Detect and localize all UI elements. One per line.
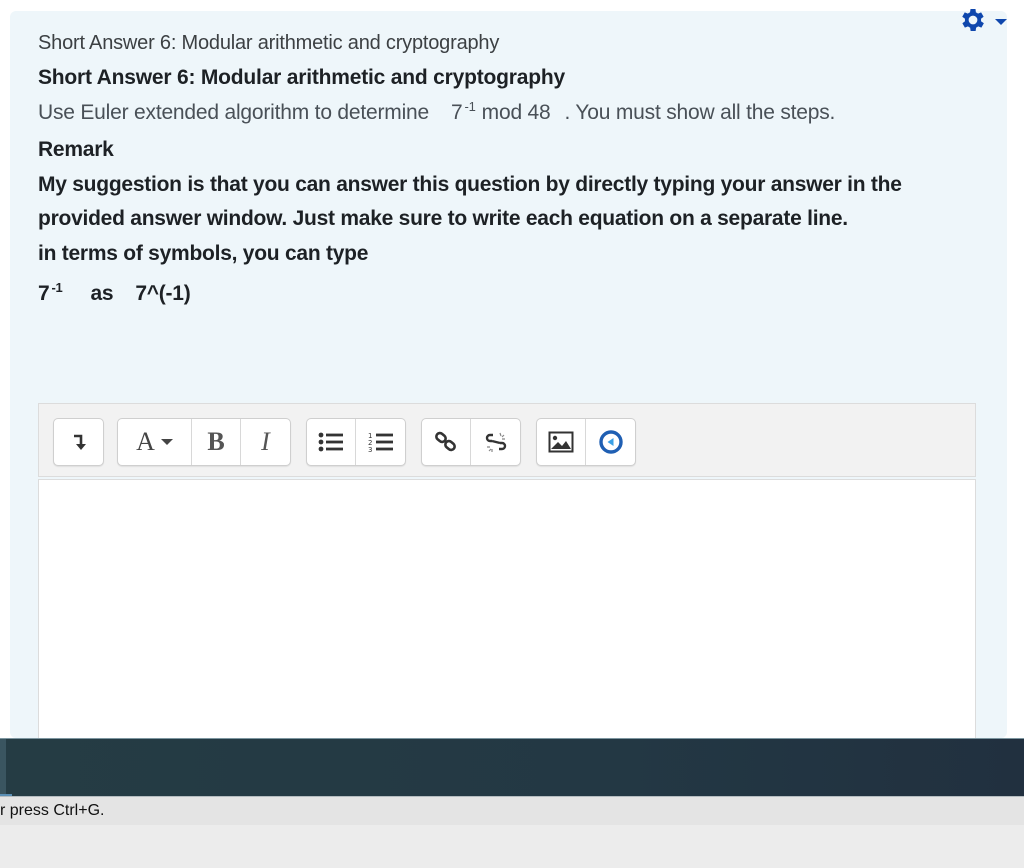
math-base: 7: [451, 101, 463, 124]
question-actions-menu[interactable]: [958, 4, 1018, 36]
unordered-list-button[interactable]: [307, 419, 356, 465]
symbol-example: 7 -1 as 7^(-1): [38, 271, 968, 312]
italic-icon: I: [261, 427, 270, 456]
media-play-icon: [598, 430, 623, 454]
math-mod: mod 48: [481, 101, 551, 124]
numbered-list-icon: 1 2 3: [368, 432, 393, 453]
caret-down-icon: [160, 439, 173, 445]
math-expression: 7 -1 mod 48: [451, 99, 551, 124]
remark-block: Remark My suggestion is that you can ans…: [38, 133, 968, 312]
toolbar-group-style: A B I: [117, 418, 291, 466]
toolbar-group-list: 1 2 3: [306, 418, 406, 466]
gear-icon: [962, 9, 984, 32]
keyboard-hint-bar: r press Ctrl+G.: [0, 796, 1024, 825]
dark-bar-edge: [0, 739, 6, 797]
toolbar-group-files: [536, 418, 636, 466]
question-title: Short Answer 6: Modular arithmetic and c…: [38, 66, 565, 89]
toolbar-group-links: [421, 418, 521, 466]
example-exponent: -1: [51, 280, 63, 295]
example-typed: 7^(-1): [135, 282, 191, 305]
answer-editor[interactable]: [38, 479, 976, 738]
link-icon: [435, 431, 456, 452]
ordered-list-button[interactable]: 1 2 3: [356, 419, 405, 465]
dark-overlay-bar: [0, 738, 1024, 797]
example-as: as: [90, 282, 114, 305]
media-button[interactable]: [586, 419, 635, 465]
insert-image-button[interactable]: [537, 419, 586, 465]
image-icon: [548, 431, 574, 453]
question-text-prefix: Use Euler extended algorithm to determin…: [38, 101, 430, 124]
toolbar-group-collapse: [53, 418, 104, 466]
collapse-toolbar-button[interactable]: [54, 419, 103, 465]
bold-button[interactable]: B: [192, 419, 241, 465]
editor-toolbar: A B I 1 2 3: [38, 403, 976, 477]
paragraph-styles-button[interactable]: A: [118, 419, 192, 465]
bold-icon: B: [207, 427, 225, 456]
remark-paragraph: My suggestion is that you can answer thi…: [38, 172, 902, 231]
symbols-line: in terms of symbols, you can type: [38, 241, 369, 265]
arrow-turn-down-icon: [73, 434, 86, 450]
remark-heading: Remark: [38, 138, 114, 161]
question-text-suffix: . You must show all the steps.: [564, 101, 836, 124]
svg-text:3: 3: [368, 446, 372, 453]
font-style-icon: A: [136, 427, 155, 456]
bulleted-list-icon: [318, 432, 343, 452]
unlink-button[interactable]: [471, 419, 520, 465]
italic-button[interactable]: I: [241, 419, 290, 465]
example-base: 7: [38, 282, 50, 305]
unlink-icon: [485, 432, 506, 452]
math-exponent: -1: [464, 99, 476, 114]
bottom-area: [0, 825, 1024, 868]
question-name: Short Answer 6: Modular arithmetic and c…: [38, 32, 500, 54]
chevron-down-icon: [995, 19, 1007, 25]
link-button[interactable]: [422, 419, 471, 465]
question-text: Use Euler extended algorithm to determin…: [38, 99, 835, 125]
